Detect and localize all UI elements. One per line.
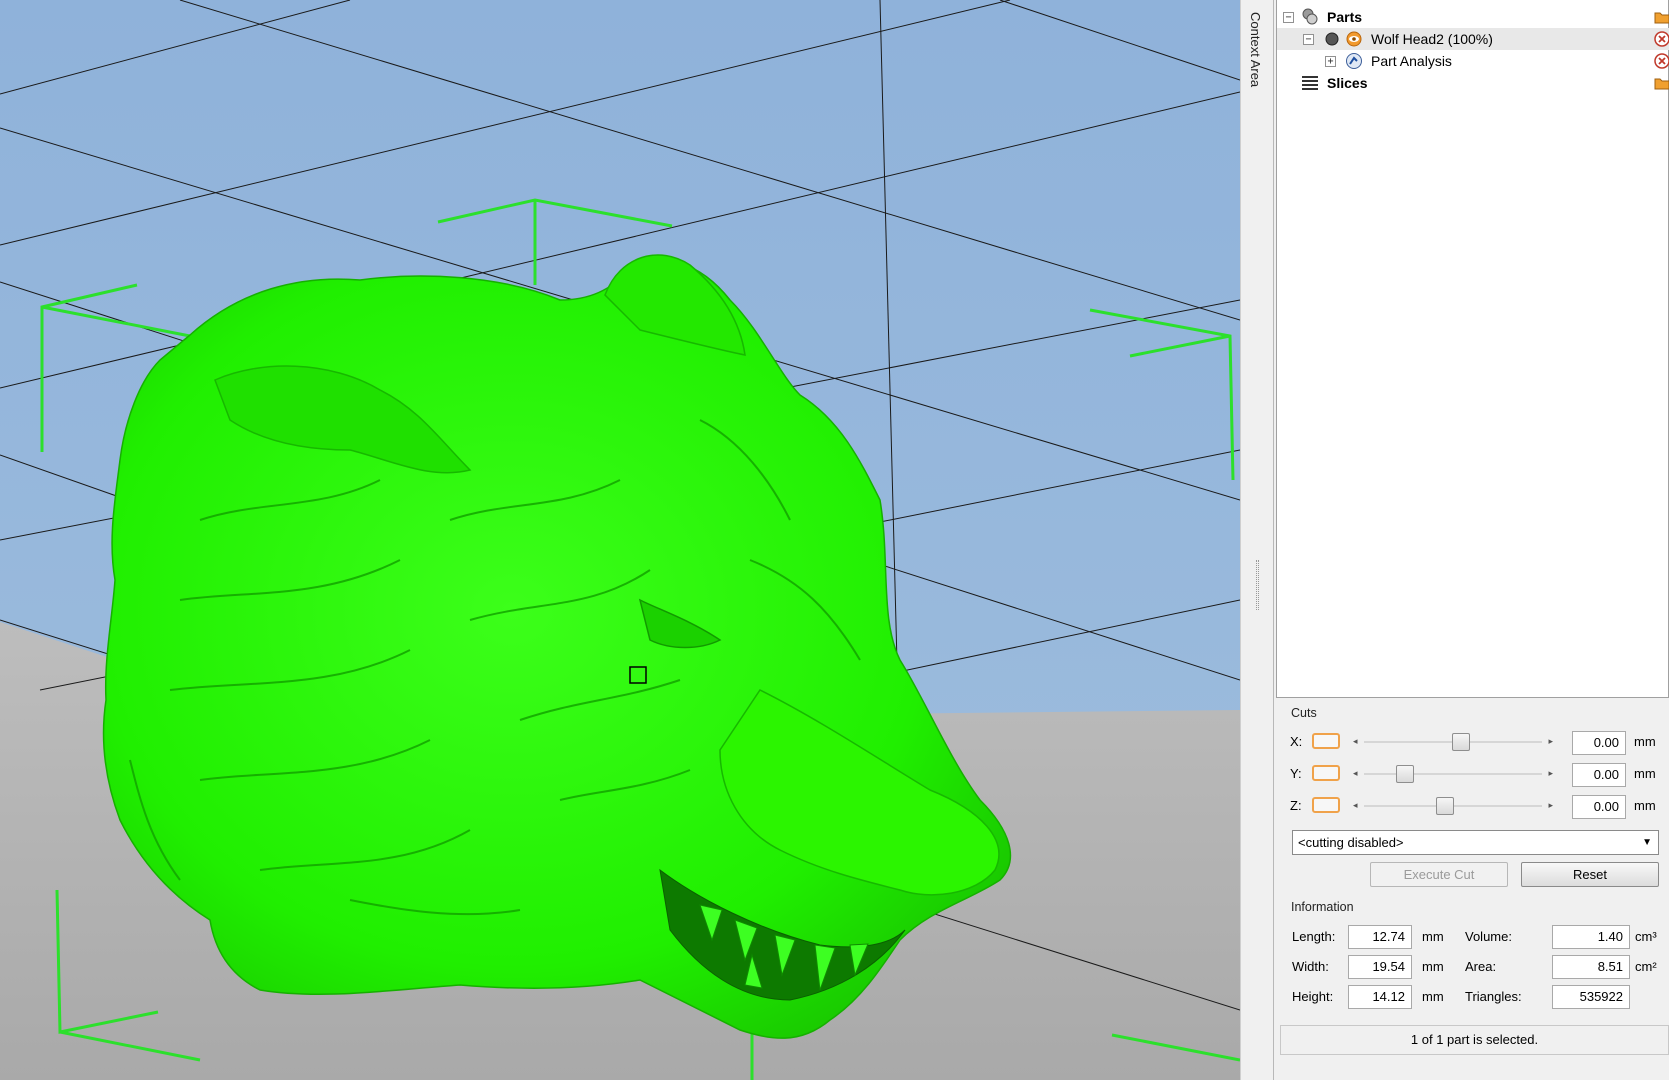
- slider-right-arrow-icon[interactable]: ▸: [1548, 736, 1553, 747]
- cut-mode-value: <cutting disabled>: [1298, 835, 1404, 850]
- tree-label-part-analysis: Part Analysis: [1371, 53, 1452, 69]
- triangles-label: Triangles:: [1465, 989, 1522, 1004]
- slider-thumb[interactable]: [1436, 797, 1454, 815]
- area-unit: cm²: [1635, 959, 1657, 974]
- tree-label-slices: Slices: [1327, 75, 1368, 91]
- object-tree[interactable]: − Parts − Wolf Head2 (100%) + Part Analy…: [1276, 0, 1669, 698]
- cut-x-label: X:: [1290, 734, 1303, 749]
- width-value: 19.54: [1348, 955, 1412, 979]
- slider-right-arrow-icon[interactable]: ▸: [1548, 768, 1553, 779]
- part-visible-icon[interactable]: [1345, 30, 1363, 48]
- splitter-grip[interactable]: [1256, 560, 1259, 610]
- panel-footer: [1274, 1055, 1669, 1080]
- slider-thumb[interactable]: [1396, 765, 1414, 783]
- information-group-title: Information: [1291, 900, 1354, 914]
- volume-label: Volume:: [1465, 929, 1512, 944]
- volume-unit: cm³: [1635, 929, 1657, 944]
- cut-z-color-swatch[interactable]: [1312, 797, 1340, 813]
- part-analysis-icon: [1346, 53, 1362, 69]
- cut-y-slider[interactable]: ◂ ▸: [1352, 764, 1554, 784]
- collapse-icon[interactable]: −: [1303, 34, 1314, 45]
- length-unit: mm: [1422, 929, 1444, 944]
- parts-icon: [1302, 8, 1318, 25]
- cuts-group-title: Cuts: [1291, 706, 1317, 720]
- length-value: 12.74: [1348, 925, 1412, 949]
- cut-y-label: Y:: [1290, 766, 1302, 781]
- cut-x-unit: mm: [1634, 734, 1656, 749]
- area-value: 8.51: [1552, 955, 1630, 979]
- tree-label-wolf-head: Wolf Head2 (100%): [1371, 31, 1493, 47]
- width-unit: mm: [1422, 959, 1444, 974]
- reset-button[interactable]: Reset: [1521, 862, 1659, 887]
- folder-icon[interactable]: [1654, 9, 1669, 25]
- remove-icon[interactable]: [1654, 31, 1669, 47]
- tree-item-slices[interactable]: Slices: [1277, 72, 1669, 94]
- area-label: Area:: [1465, 959, 1497, 974]
- folder-icon[interactable]: [1654, 75, 1669, 91]
- width-label: Width:: [1292, 959, 1329, 974]
- tree-item-part-analysis[interactable]: + Part Analysis: [1277, 50, 1669, 72]
- context-area-tab[interactable]: Context Area: [1240, 0, 1274, 1080]
- side-panel: − Parts − Wolf Head2 (100%) + Part Analy…: [1274, 0, 1669, 1080]
- length-label: Length:: [1292, 929, 1336, 944]
- cut-y-value-field[interactable]: 0.00: [1572, 763, 1626, 787]
- collapse-icon[interactable]: −: [1283, 12, 1294, 23]
- part-color-icon: [1325, 32, 1339, 46]
- chevron-down-icon[interactable]: ▼: [1642, 831, 1652, 854]
- height-value: 14.12: [1348, 985, 1412, 1009]
- volume-value: 1.40: [1552, 925, 1630, 949]
- cut-z-label: Z:: [1290, 798, 1302, 813]
- cut-z-unit: mm: [1634, 798, 1656, 813]
- slider-left-arrow-icon[interactable]: ◂: [1353, 800, 1358, 811]
- cut-y-unit: mm: [1634, 766, 1656, 781]
- cut-x-slider[interactable]: ◂ ▸: [1352, 732, 1554, 752]
- height-unit: mm: [1422, 989, 1444, 1004]
- tree-item-wolf-head[interactable]: − Wolf Head2 (100%): [1277, 28, 1669, 50]
- slider-left-arrow-icon[interactable]: ◂: [1353, 736, 1358, 747]
- scene-canvas[interactable]: [0, 0, 1240, 1080]
- context-area-label: Context Area: [1248, 12, 1263, 88]
- cut-mode-select[interactable]: <cutting disabled> ▼: [1292, 830, 1659, 855]
- slider-left-arrow-icon[interactable]: ◂: [1353, 768, 1358, 779]
- cut-x-value-field[interactable]: 0.00: [1572, 731, 1626, 755]
- cut-y-color-swatch[interactable]: [1312, 765, 1340, 781]
- slider-right-arrow-icon[interactable]: ▸: [1548, 800, 1553, 811]
- remove-icon[interactable]: [1654, 53, 1669, 69]
- selection-status: 1 of 1 part is selected.: [1280, 1025, 1669, 1055]
- execute-cut-button[interactable]: Execute Cut: [1370, 862, 1508, 887]
- slices-icon: [1302, 76, 1318, 90]
- cut-z-slider[interactable]: ◂ ▸: [1352, 796, 1554, 816]
- triangles-value: 535922: [1552, 985, 1630, 1009]
- 3d-viewport[interactable]: [0, 0, 1240, 1080]
- tree-label-parts: Parts: [1327, 9, 1363, 25]
- slider-track[interactable]: [1364, 773, 1542, 775]
- expand-icon[interactable]: +: [1325, 56, 1336, 67]
- height-label: Height:: [1292, 989, 1334, 1004]
- tree-item-parts[interactable]: − Parts: [1277, 6, 1669, 28]
- cut-x-color-swatch[interactable]: [1312, 733, 1340, 749]
- slider-thumb[interactable]: [1452, 733, 1470, 751]
- cut-z-value-field[interactable]: 0.00: [1572, 795, 1626, 819]
